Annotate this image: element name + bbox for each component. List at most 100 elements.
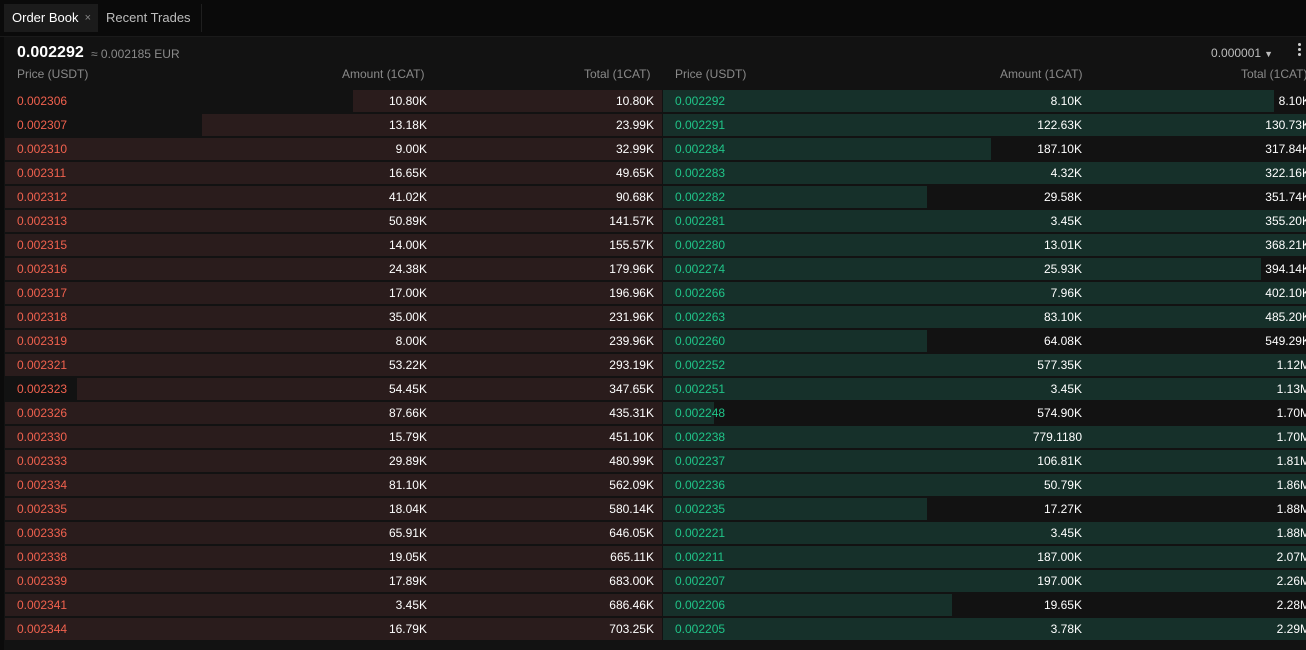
ask-depth-bar: [5, 306, 662, 328]
ask-amount: 87.66K: [388, 406, 427, 420]
close-icon[interactable]: ×: [85, 4, 91, 32]
bid-amount: 106.81K: [1037, 454, 1082, 468]
ask-price: 0.002317: [17, 286, 68, 300]
ask-total: 231.96K: [609, 310, 654, 324]
bid-depth-bar: [663, 210, 1306, 232]
bid-price: 0.002284: [675, 142, 726, 156]
bid-price: 0.002221: [675, 526, 726, 540]
ask-order-row[interactable]: 0.002321 53.22K 293.19K: [5, 354, 662, 376]
order-book-row: 0.002321 53.22K 293.19K 0.002252 577.35K 1.12…: [4, 354, 1306, 378]
ask-order-row[interactable]: 0.002318 35.00K 231.96K: [5, 306, 662, 328]
ask-price-header: Price (USDT): [17, 67, 89, 81]
ask-depth-bar: [5, 258, 662, 280]
bid-order-row[interactable]: 0.002291 122.63K 130.73K: [663, 114, 1306, 136]
bid-order-row[interactable]: 0.002238 779.1180 1.70M: [663, 426, 1306, 448]
bid-order-row[interactable]: 0.002284 187.10K 317.84K: [663, 138, 1306, 160]
bid-order-row[interactable]: 0.002207 197.00K 2.26M: [663, 570, 1306, 592]
ask-order-row[interactable]: 0.002341 3.45K 686.46K: [5, 594, 662, 616]
order-book-row: 0.002315 14.00K 155.57K 0.002280 13.01K 368.2…: [4, 234, 1306, 258]
ask-order-row[interactable]: 0.002306 10.80K 10.80K: [5, 90, 662, 112]
bid-order-row[interactable]: 0.002205 3.78K 2.29M: [663, 618, 1306, 640]
ask-order-row[interactable]: 0.002338 19.05K 665.11K: [5, 546, 662, 568]
ask-amount: 35.00K: [388, 310, 427, 324]
bid-order-row[interactable]: 0.002211 187.00K 2.07M: [663, 546, 1306, 568]
bid-order-row[interactable]: 0.002266 7.96K 402.10K: [663, 282, 1306, 304]
ask-order-row[interactable]: 0.002313 50.89K 141.57K: [5, 210, 662, 232]
ask-total: 562.09K: [609, 478, 654, 492]
ask-order-row[interactable]: 0.002334 81.10K 562.09K: [5, 474, 662, 496]
order-book-row: 0.002341 3.45K 686.46K 0.002206 19.65K 2.28M: [4, 594, 1306, 618]
ask-order-row[interactable]: 0.002344 16.79K 703.25K: [5, 618, 662, 640]
tab-order-book[interactable]: Order Book ×: [4, 4, 98, 32]
order-book-rows: 0.002306 10.80K 10.80K 0.002292 8.10K 8.10K 0.…: [4, 90, 1306, 642]
bid-order-row[interactable]: 0.002221 3.45K 1.88M: [663, 522, 1306, 544]
bid-order-row[interactable]: 0.002248 574.90K 1.70M: [663, 402, 1306, 424]
ask-amount: 53.22K: [388, 358, 427, 372]
bid-order-row[interactable]: 0.002252 577.35K 1.12M: [663, 354, 1306, 376]
ask-price: 0.002311: [17, 166, 67, 180]
fiat-equivalent: ≈ 0.002185 EUR: [91, 47, 180, 61]
ask-order-row[interactable]: 0.002335 18.04K 580.14K: [5, 498, 662, 520]
ask-price: 0.002313: [17, 214, 68, 228]
bid-order-row[interactable]: 0.002263 83.10K 485.20K: [663, 306, 1306, 328]
ask-depth-bar: [5, 210, 662, 232]
ask-amount: 15.79K: [388, 430, 427, 444]
order-book-row: 0.002326 87.66K 435.31K 0.002248 574.90K 1.70…: [4, 402, 1306, 426]
ask-order-row[interactable]: 0.002312 41.02K 90.68K: [5, 186, 662, 208]
bid-order-row[interactable]: 0.002260 64.08K 549.29K: [663, 330, 1306, 352]
ask-amount: 19.05K: [388, 550, 427, 564]
ask-order-row[interactable]: 0.002323 54.45K 347.65K: [5, 378, 662, 400]
ask-amount: 41.02K: [388, 190, 427, 204]
precision-dropdown[interactable]: 0.000001 ▼: [1211, 46, 1273, 60]
bid-order-row[interactable]: 0.002282 29.58K 351.74K: [663, 186, 1306, 208]
bid-order-row[interactable]: 0.002237 106.81K 1.81M: [663, 450, 1306, 472]
bid-order-row[interactable]: 0.002292 8.10K 8.10K: [663, 90, 1306, 112]
bid-total: 2.26M: [1276, 574, 1306, 588]
ask-order-row[interactable]: 0.002339 17.89K 683.00K: [5, 570, 662, 592]
bid-amount: 3.45K: [1050, 382, 1082, 396]
ask-order-row[interactable]: 0.002315 14.00K 155.57K: [5, 234, 662, 256]
ask-depth-bar: [5, 546, 662, 568]
ask-order-row[interactable]: 0.002310 9.00K 32.99K: [5, 138, 662, 160]
ask-order-row[interactable]: 0.002317 17.00K 196.96K: [5, 282, 662, 304]
bid-amount: 7.96K: [1050, 286, 1082, 300]
more-options-icon[interactable]: [1295, 42, 1303, 56]
ask-order-row[interactable]: 0.002326 87.66K 435.31K: [5, 402, 662, 424]
bid-order-row[interactable]: 0.002280 13.01K 368.21K: [663, 234, 1306, 256]
bid-order-row[interactable]: 0.002235 17.27K 1.88M: [663, 498, 1306, 520]
ask-order-row[interactable]: 0.002307 13.18K 23.99K: [5, 114, 662, 136]
bid-total: 355.20K: [1265, 214, 1306, 228]
bid-amount: 3.78K: [1050, 622, 1082, 636]
bid-total: 549.29K: [1265, 334, 1306, 348]
bid-depth-bar: [663, 234, 1306, 256]
ask-order-row[interactable]: 0.002336 65.91K 646.05K: [5, 522, 662, 544]
bid-order-row[interactable]: 0.002283 4.32K 322.16K: [663, 162, 1306, 184]
bid-depth-bar: [663, 162, 1306, 184]
bid-total: 485.20K: [1265, 310, 1306, 324]
ask-amount: 24.38K: [388, 262, 427, 276]
ask-depth-bar: [5, 234, 662, 256]
ask-total: 451.10K: [609, 430, 654, 444]
ask-price: 0.002334: [17, 478, 68, 492]
ask-order-row[interactable]: 0.002319 8.00K 239.96K: [5, 330, 662, 352]
ask-total: 686.46K: [609, 598, 654, 612]
bid-total: 394.14K: [1265, 262, 1306, 276]
bid-order-row[interactable]: 0.002236 50.79K 1.86M: [663, 474, 1306, 496]
bid-price: 0.002206: [675, 598, 726, 612]
ask-order-row[interactable]: 0.002316 24.38K 179.96K: [5, 258, 662, 280]
bid-total: 2.29M: [1276, 622, 1306, 636]
ask-price: 0.002310: [17, 142, 68, 156]
bid-order-row[interactable]: 0.002206 19.65K 2.28M: [663, 594, 1306, 616]
ask-order-row[interactable]: 0.002311 16.65K 49.65K: [5, 162, 662, 184]
bid-order-row[interactable]: 0.002251 3.45K 1.13M: [663, 378, 1306, 400]
tab-recent-trades[interactable]: Recent Trades: [98, 4, 202, 32]
bid-order-row[interactable]: 0.002274 25.93K 394.14K: [663, 258, 1306, 280]
ask-order-row[interactable]: 0.002333 29.89K 480.99K: [5, 450, 662, 472]
ask-order-row[interactable]: 0.002330 15.79K 451.10K: [5, 426, 662, 448]
order-book-row: 0.002334 81.10K 562.09K 0.002236 50.79K 1.86M: [4, 474, 1306, 498]
ask-total-header: Total (1CAT): [584, 67, 651, 81]
ask-amount-header: Amount (1CAT): [342, 67, 425, 81]
bid-total: 1.12M: [1276, 358, 1306, 372]
bid-total-header: Total (1CAT): [1241, 67, 1306, 81]
bid-order-row[interactable]: 0.002281 3.45K 355.20K: [663, 210, 1306, 232]
